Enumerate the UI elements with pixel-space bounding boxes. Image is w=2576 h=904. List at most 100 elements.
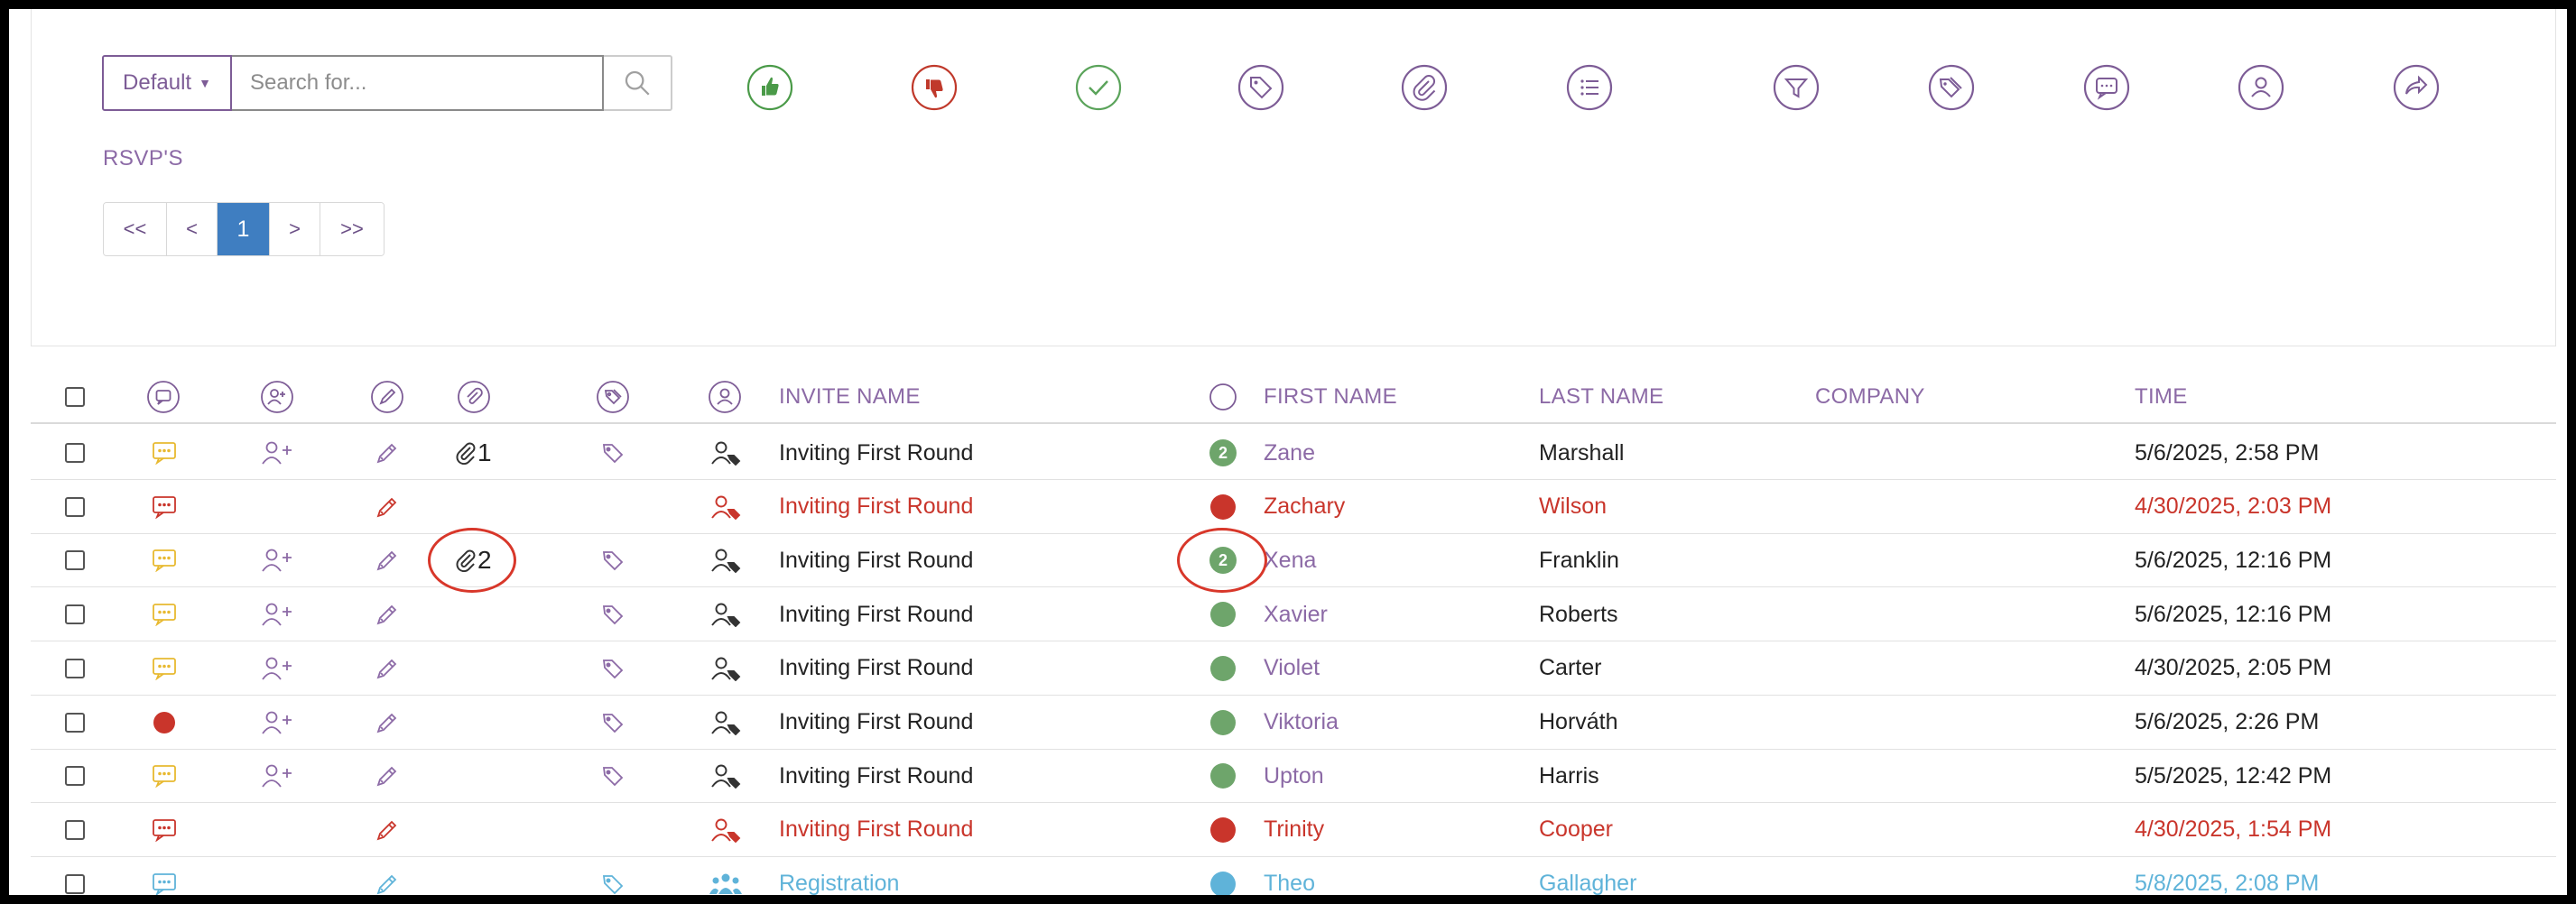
page-first-button[interactable]: << — [104, 203, 167, 255]
attachment-cell[interactable]: 1 — [455, 426, 492, 480]
invite-name-cell[interactable]: Inviting First Round — [779, 803, 973, 857]
status-cell[interactable] — [1209, 480, 1237, 534]
table-row[interactable]: 2 Inviting First Round 2 Xena Franklin 5/6/20… — [31, 528, 2556, 594]
comment-cell[interactable] — [152, 480, 177, 534]
person-column-header[interactable] — [708, 370, 742, 424]
page-last-button[interactable]: >> — [320, 203, 384, 255]
invite-name-cell[interactable]: Inviting First Round — [779, 749, 973, 803]
edit-cell[interactable] — [375, 641, 399, 696]
paperclip-button[interactable] — [1401, 64, 1448, 111]
tag-cell[interactable] — [601, 749, 625, 803]
tag-cell[interactable] — [601, 426, 625, 480]
comment-cell[interactable] — [152, 533, 177, 587]
first-name-cell[interactable]: Zane — [1264, 426, 1315, 480]
status-cell[interactable] — [1209, 587, 1237, 641]
first-name-cell[interactable]: Theo — [1264, 857, 1315, 895]
edit-cell[interactable] — [375, 426, 399, 480]
edit-cell[interactable] — [375, 803, 399, 857]
status-cell[interactable]: 2 — [1209, 533, 1237, 587]
person-cell[interactable] — [709, 803, 742, 857]
check-button[interactable] — [1075, 64, 1122, 111]
invite-name-header[interactable]: INVITE NAME — [779, 370, 921, 424]
filter-dropdown[interactable]: Default ▼ — [102, 55, 232, 111]
status-cell[interactable] — [1209, 641, 1237, 696]
search-input[interactable] — [232, 55, 604, 111]
tag-cell[interactable] — [601, 857, 625, 895]
invite-name-cell[interactable]: Inviting First Round — [779, 696, 973, 750]
add-user-cell[interactable] — [261, 587, 293, 641]
attachment-cell[interactable]: 2 — [455, 533, 492, 587]
row-checkbox[interactable] — [65, 873, 85, 894]
edit-cell[interactable] — [375, 480, 399, 534]
person-cell[interactable] — [709, 641, 742, 696]
row-checkbox[interactable] — [65, 819, 85, 840]
first-name-cell[interactable]: Upton — [1264, 749, 1324, 803]
comment-cell[interactable] — [152, 641, 177, 696]
select-all-checkbox[interactable] — [65, 387, 85, 407]
status-cell[interactable]: 2 — [1209, 426, 1237, 480]
comment-cell[interactable] — [152, 857, 177, 895]
person-cell[interactable] — [709, 696, 742, 750]
person-cell[interactable] — [709, 587, 742, 641]
first-name-cell[interactable]: Xena — [1264, 533, 1316, 587]
table-row[interactable]: Inviting First Round Upton Harris 5/5/2025,… — [31, 749, 2556, 804]
invite-name-cell[interactable]: Inviting First Round — [779, 426, 973, 480]
first-name-cell[interactable]: Xavier — [1264, 587, 1328, 641]
add-user-cell[interactable] — [261, 426, 293, 480]
row-checkbox[interactable] — [65, 766, 85, 787]
add-user-cell[interactable] — [261, 696, 293, 750]
page-next-button[interactable]: > — [270, 203, 320, 255]
table-row[interactable]: Inviting First Round Trinity Cooper 4/30/20… — [31, 803, 2556, 857]
add-user-cell[interactable] — [261, 641, 293, 696]
filter-button[interactable] — [1773, 64, 1820, 111]
row-checkbox[interactable] — [65, 604, 85, 625]
comment-cell[interactable] — [152, 426, 177, 480]
person-cell[interactable] — [709, 533, 742, 587]
status-cell[interactable] — [1209, 803, 1237, 857]
row-checkbox[interactable] — [65, 712, 85, 733]
company-header[interactable]: COMPANY — [1815, 370, 1925, 424]
comment-cell[interactable] — [152, 749, 177, 803]
last-name-header[interactable]: LAST NAME — [1539, 370, 1663, 424]
user-button[interactable] — [2238, 64, 2284, 111]
tag-column-header[interactable] — [596, 370, 630, 424]
tag-cell[interactable] — [601, 533, 625, 587]
edit-cell[interactable] — [375, 696, 399, 750]
first-name-cell[interactable]: Zachary — [1264, 480, 1345, 534]
row-checkbox[interactable] — [65, 443, 85, 463]
share-button[interactable] — [2393, 64, 2440, 111]
person-cell[interactable] — [709, 749, 742, 803]
thumbs-up-button[interactable] — [746, 64, 793, 111]
time-header[interactable]: TIME — [2135, 370, 2188, 424]
page-1-button[interactable]: 1 — [218, 203, 270, 255]
edit-cell[interactable] — [375, 749, 399, 803]
table-row[interactable]: Registration Theo Gallagher 5/8/2025, 2:08 … — [31, 857, 2556, 895]
row-checkbox[interactable] — [65, 496, 85, 517]
comment-cell[interactable] — [152, 803, 177, 857]
table-row[interactable]: Inviting First Round Xavier Roberts 5/6/202… — [31, 587, 2556, 642]
invite-name-cell[interactable]: Inviting First Round — [779, 641, 973, 696]
tag-cell[interactable] — [601, 587, 625, 641]
tag-cell[interactable] — [601, 641, 625, 696]
first-name-cell[interactable]: Violet — [1264, 641, 1320, 696]
status-cell[interactable] — [1209, 696, 1237, 750]
row-checkbox[interactable] — [65, 550, 85, 571]
first-name-cell[interactable]: Viktoria — [1264, 696, 1339, 750]
status-cell[interactable] — [1209, 749, 1237, 803]
comment-cell[interactable] — [152, 696, 177, 750]
add-user-cell[interactable] — [261, 749, 293, 803]
attachment-column-header[interactable] — [457, 370, 491, 424]
status-cell[interactable] — [1209, 857, 1237, 895]
person-cell[interactable] — [709, 480, 742, 534]
edit-cell[interactable] — [375, 857, 399, 895]
status-column-header[interactable] — [1208, 370, 1238, 424]
edit-cell[interactable] — [375, 587, 399, 641]
comment-cell[interactable] — [152, 587, 177, 641]
page-prev-button[interactable]: < — [167, 203, 218, 255]
invite-name-cell[interactable]: Registration — [779, 857, 899, 895]
invite-name-cell[interactable]: Inviting First Round — [779, 533, 973, 587]
edit-cell[interactable] — [375, 533, 399, 587]
person-cell[interactable] — [709, 426, 742, 480]
search-button[interactable] — [604, 55, 672, 111]
first-name-header[interactable]: FIRST NAME — [1264, 370, 1397, 424]
